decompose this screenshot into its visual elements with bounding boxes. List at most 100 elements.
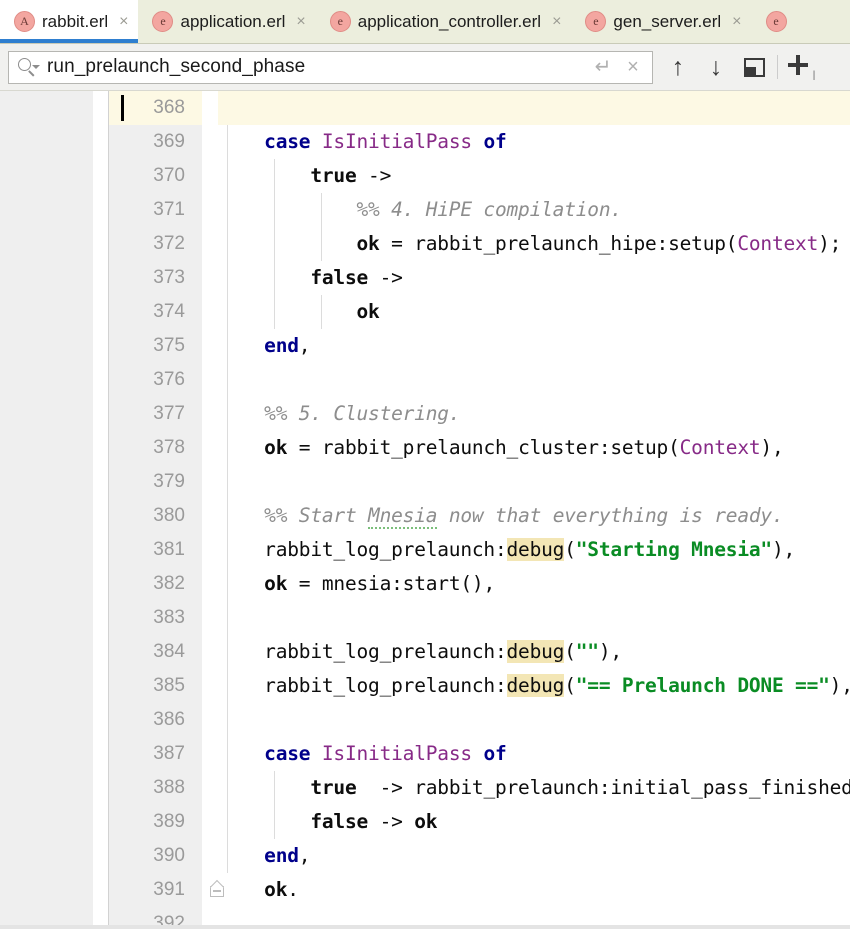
code-line-text[interactable]: false -> [218,261,403,295]
code-token: ); [818,232,841,255]
code-token: ( [564,538,576,561]
editor-tab-gen_server-erl[interactable]: egen_server.erl× [571,0,751,43]
line-number[interactable]: 369 [109,125,202,159]
code-line-text[interactable]: case IsInitialPass of [218,125,507,159]
line-number[interactable]: 373 [109,261,202,295]
line-number[interactable]: 384 [109,635,202,669]
code-line-text[interactable]: false -> ok [218,805,437,839]
line-number[interactable]: 380 [109,499,202,533]
line-number[interactable]: 382 [109,567,202,601]
close-icon[interactable]: × [728,14,741,30]
code-line[interactable]: 374 ok [109,295,850,329]
search-newline-icon[interactable]: ↵ [588,52,618,82]
code-fold-collapse-icon[interactable] [209,883,226,898]
line-number[interactable]: 388 [109,771,202,805]
code-line-text[interactable]: ok. [218,873,299,907]
line-number[interactable]: 374 [109,295,202,329]
code-line[interactable]: 388 true -> rabbit_prelaunch:initial_pas… [109,771,850,805]
code-token: of [483,742,506,765]
search-input-wrapper[interactable]: run_prelaunch_second_phase ↵ × [8,51,653,84]
code-line-text[interactable]: true -> [218,159,391,193]
code-line-text[interactable]: %% Start Mnesia now that everything is r… [218,499,784,533]
line-number[interactable]: 391 [109,873,202,907]
code-line[interactable]: 372 ok = rabbit_prelaunch_hipe:setup(Con… [109,227,850,261]
code-token [218,504,264,527]
file-type-icon: A [14,11,35,32]
editor-tab-overflow[interactable]: e [752,0,797,43]
line-number[interactable]: 387 [109,737,202,771]
search-clear-icon[interactable]: × [618,52,648,82]
code-editor[interactable]: 368369 case IsInitialPass of370 true ->3… [0,91,850,929]
close-icon[interactable]: × [548,14,561,30]
toggle-panel-button[interactable] [735,47,773,87]
code-line[interactable]: 379 [109,465,850,499]
code-folding-rail[interactable] [93,91,109,929]
close-icon[interactable]: × [115,14,128,30]
code-line[interactable]: 389 false -> ok [109,805,850,839]
code-token: Context [680,436,761,459]
line-number-gutter[interactable] [0,91,93,929]
line-number[interactable]: 375 [109,329,202,363]
code-line-text[interactable]: %% 5. Clustering. [218,397,460,431]
code-content[interactable]: 368369 case IsInitialPass of370 true ->3… [109,91,850,929]
code-token: , [299,844,311,867]
code-line-text[interactable]: ok = rabbit_prelaunch_hipe:setup(Context… [218,227,841,261]
code-token [472,742,484,765]
code-line[interactable]: 380 %% Start Mnesia now that everything … [109,499,850,533]
code-line[interactable]: 376 [109,363,850,397]
code-line-text[interactable]: %% 4. HiPE compilation. [218,193,622,227]
editor-tab-rabbit-erl[interactable]: Arabbit.erl× [0,0,138,43]
line-number[interactable]: 379 [109,465,202,499]
code-line-text[interactable]: rabbit_log_prelaunch:debug("Starting Mne… [218,533,795,567]
code-line-text[interactable]: end, [218,839,310,873]
code-line-text[interactable]: case IsInitialPass of [218,737,507,771]
code-line-text[interactable]: rabbit_log_prelaunch:debug(""), [218,635,622,669]
code-line[interactable]: 387 case IsInitialPass of [109,737,850,771]
editor-tab-application_controller-erl[interactable]: eapplication_controller.erl× [316,0,572,43]
line-number[interactable]: 389 [109,805,202,839]
line-number[interactable]: 378 [109,431,202,465]
code-line-background [218,703,850,737]
line-number[interactable]: 376 [109,363,202,397]
line-number[interactable]: 385 [109,669,202,703]
editor-tab-application-erl[interactable]: eapplication.erl× [138,0,315,43]
find-previous-button[interactable]: ↑ [659,47,697,87]
code-line-text[interactable]: true -> rabbit_prelaunch:initial_pass_fi… [218,771,850,805]
code-line[interactable]: 373 false -> [109,261,850,295]
line-number[interactable]: 386 [109,703,202,737]
code-line[interactable]: 368 [109,91,850,125]
code-line-text[interactable]: end, [218,329,310,363]
code-line[interactable]: 383 [109,601,850,635]
line-number[interactable]: 370 [109,159,202,193]
code-line[interactable]: 371 %% 4. HiPE compilation. [109,193,850,227]
line-number[interactable]: 383 [109,601,202,635]
code-line-text[interactable]: ok [218,295,380,329]
close-icon[interactable]: × [292,14,305,30]
code-line-text[interactable]: ok = rabbit_prelaunch_cluster:setup(Cont… [218,431,784,465]
code-line[interactable]: 382 ok = mnesia:start(), [109,567,850,601]
search-icon[interactable] [17,56,39,78]
code-line[interactable]: 375 end, [109,329,850,363]
line-number[interactable]: 390 [109,839,202,873]
code-line[interactable]: 390 end, [109,839,850,873]
code-line[interactable]: 370 true -> [109,159,850,193]
add-cursor-button[interactable]: Ⅰ [782,47,820,87]
line-number[interactable]: 372 [109,227,202,261]
line-number[interactable]: 377 [109,397,202,431]
code-line-text[interactable]: ok = mnesia:start(), [218,567,495,601]
code-line[interactable]: 381 rabbit_log_prelaunch:debug("Starting… [109,533,850,567]
code-line[interactable]: 386 [109,703,850,737]
code-line[interactable]: 378 ok = rabbit_prelaunch_cluster:setup(… [109,431,850,465]
code-line[interactable]: 385 rabbit_log_prelaunch:debug("== Prela… [109,669,850,703]
code-token: %% 4. HiPE compilation. [356,198,621,221]
code-line[interactable]: 391 ok. [109,873,850,907]
line-number[interactable]: 381 [109,533,202,567]
code-line[interactable]: 369 case IsInitialPass of [109,125,850,159]
code-line[interactable]: 377 %% 5. Clustering. [109,397,850,431]
code-token [218,130,264,153]
line-number[interactable]: 371 [109,193,202,227]
find-next-button[interactable]: ↓ [697,47,735,87]
code-line[interactable]: 384 rabbit_log_prelaunch:debug(""), [109,635,850,669]
search-input[interactable]: run_prelaunch_second_phase [47,56,588,78]
code-line-text[interactable]: rabbit_log_prelaunch:debug("== Prelaunch… [218,669,850,703]
